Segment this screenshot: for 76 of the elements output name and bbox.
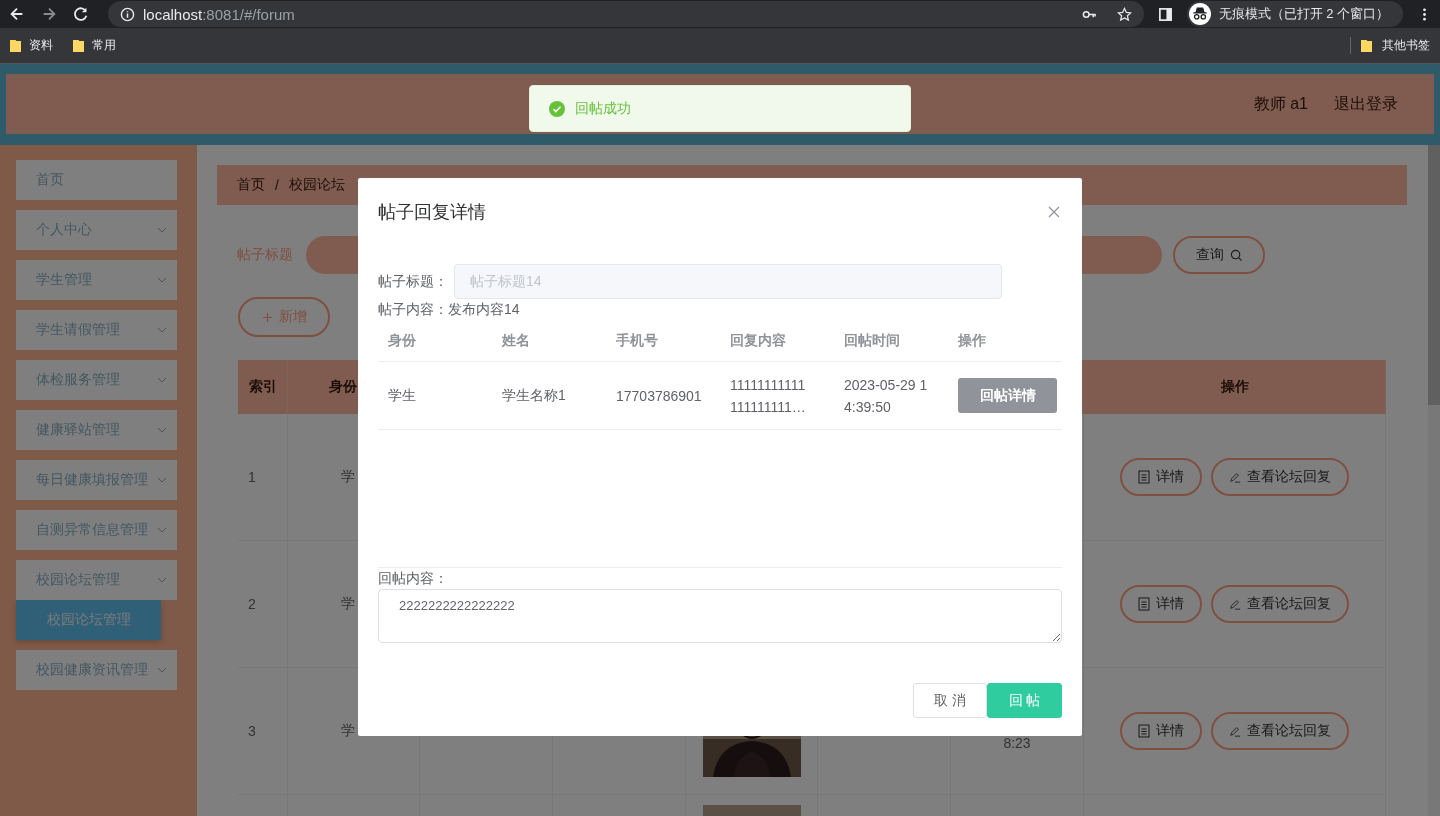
chevron-down-icon [157, 667, 167, 673]
chevron-down-icon [157, 577, 167, 583]
table-cell-text: 2023-05-29 1 4:39:50 [844, 375, 928, 417]
cancel-button[interactable]: 取 消 [913, 683, 987, 718]
table-cell: 学生 [388, 386, 416, 405]
details-button[interactable]: 详情 [1120, 585, 1202, 623]
submenu-item[interactable]: 校园论坛管理 [16, 600, 161, 640]
view-replies-button[interactable]: 查看论坛回复 [1211, 458, 1349, 496]
star-icon[interactable] [1116, 6, 1132, 22]
column-header: 姓名 [502, 332, 530, 350]
chevron-down-icon [157, 477, 167, 483]
details-button[interactable]: 详情 [1120, 712, 1202, 750]
table-cell-text: 11111111111 111111111… [730, 375, 806, 417]
chevron-down-icon [157, 377, 167, 383]
scrollbar-thumb[interactable] [1428, 145, 1440, 405]
folder-icon [73, 39, 84, 52]
breadcrumb-separator: / [275, 177, 279, 193]
user-name: 教师 a1 [1253, 93, 1308, 114]
folder-icon [10, 39, 21, 52]
chevron-down-icon [157, 327, 167, 333]
side-panel-icon[interactable] [1157, 6, 1173, 22]
toast-message: 回帖成功 [575, 99, 631, 118]
chevron-down-icon [157, 527, 167, 533]
table-cell: 17703786901 [616, 387, 702, 404]
column-header: 操作 [1084, 360, 1386, 414]
document-icon [1138, 724, 1150, 738]
document-icon [1138, 470, 1150, 484]
dialog-title: 帖子回复详情 [378, 201, 486, 224]
post-content: 发布内容14 [448, 301, 520, 317]
breadcrumb-link[interactable]: 校园论坛 [288, 176, 345, 194]
breadcrumb-link[interactable]: 首页 [237, 176, 265, 194]
folder-icon [1361, 39, 1372, 52]
bookmark-folder[interactable]: 资料 [10, 37, 53, 54]
plus-icon [261, 311, 273, 323]
document-icon [1138, 597, 1150, 611]
bookmark-folder[interactable]: 其他书签 [1350, 37, 1430, 54]
column-header: 操作 [958, 332, 986, 350]
chevron-down-icon [157, 427, 167, 433]
table-cell: 3 [238, 668, 288, 795]
search-icon [1229, 248, 1243, 262]
info-icon[interactable] [120, 6, 135, 22]
reload-icon[interactable] [72, 5, 90, 23]
incognito-badge[interactable]: 无痕模式（已打开 2 个窗口） [1186, 1, 1403, 27]
column-header: 回帖时间 [844, 332, 900, 350]
reply-button[interactable]: 回 帖 [987, 683, 1062, 718]
column-header: 手机号 [616, 332, 658, 350]
bookmark-folder[interactable]: 常用 [73, 37, 116, 54]
sidebar-item[interactable]: 首页 [16, 160, 177, 200]
incognito-icon [1188, 3, 1211, 25]
table-cell: 1 [238, 414, 288, 541]
reply-field[interactable]: 2222222222222222 [378, 589, 1062, 643]
field-label: 帖子内容： [378, 301, 448, 317]
view-replies-button[interactable]: 查看论坛回复 [1211, 585, 1349, 623]
table-cell: 2 [238, 541, 288, 668]
close-icon[interactable] [1048, 206, 1060, 218]
pen-icon [1229, 597, 1241, 611]
view-replies-button[interactable]: 查看论坛回复 [1211, 712, 1349, 750]
check-circle-icon [549, 100, 565, 117]
search-label: 帖子标题 [237, 246, 294, 264]
logout-link[interactable]: 退出登录 [1334, 93, 1398, 115]
reply-details-button[interactable]: 回帖详情 [958, 378, 1057, 413]
chevron-down-icon [157, 227, 167, 233]
column-header: 身份 [388, 332, 416, 350]
add-button[interactable]: 新增 [238, 297, 330, 337]
column-header: 回复内容 [730, 332, 786, 350]
details-button[interactable]: 详情 [1120, 458, 1202, 496]
search-button[interactable]: 查询 [1173, 236, 1265, 274]
chevron-down-icon [157, 277, 167, 283]
field-label: 帖子标题： [378, 272, 448, 291]
table-cell: 学生名称1 [502, 386, 566, 405]
pen-icon [1229, 470, 1241, 484]
sidebar-item[interactable]: 个人中心 [16, 210, 177, 250]
address-bar[interactable]: localhost:8081/#/forum [108, 1, 1144, 27]
column-header: 索引 [238, 360, 288, 414]
url-text: localhost:8081/#/forum [143, 5, 295, 23]
pen-icon [1229, 724, 1241, 738]
